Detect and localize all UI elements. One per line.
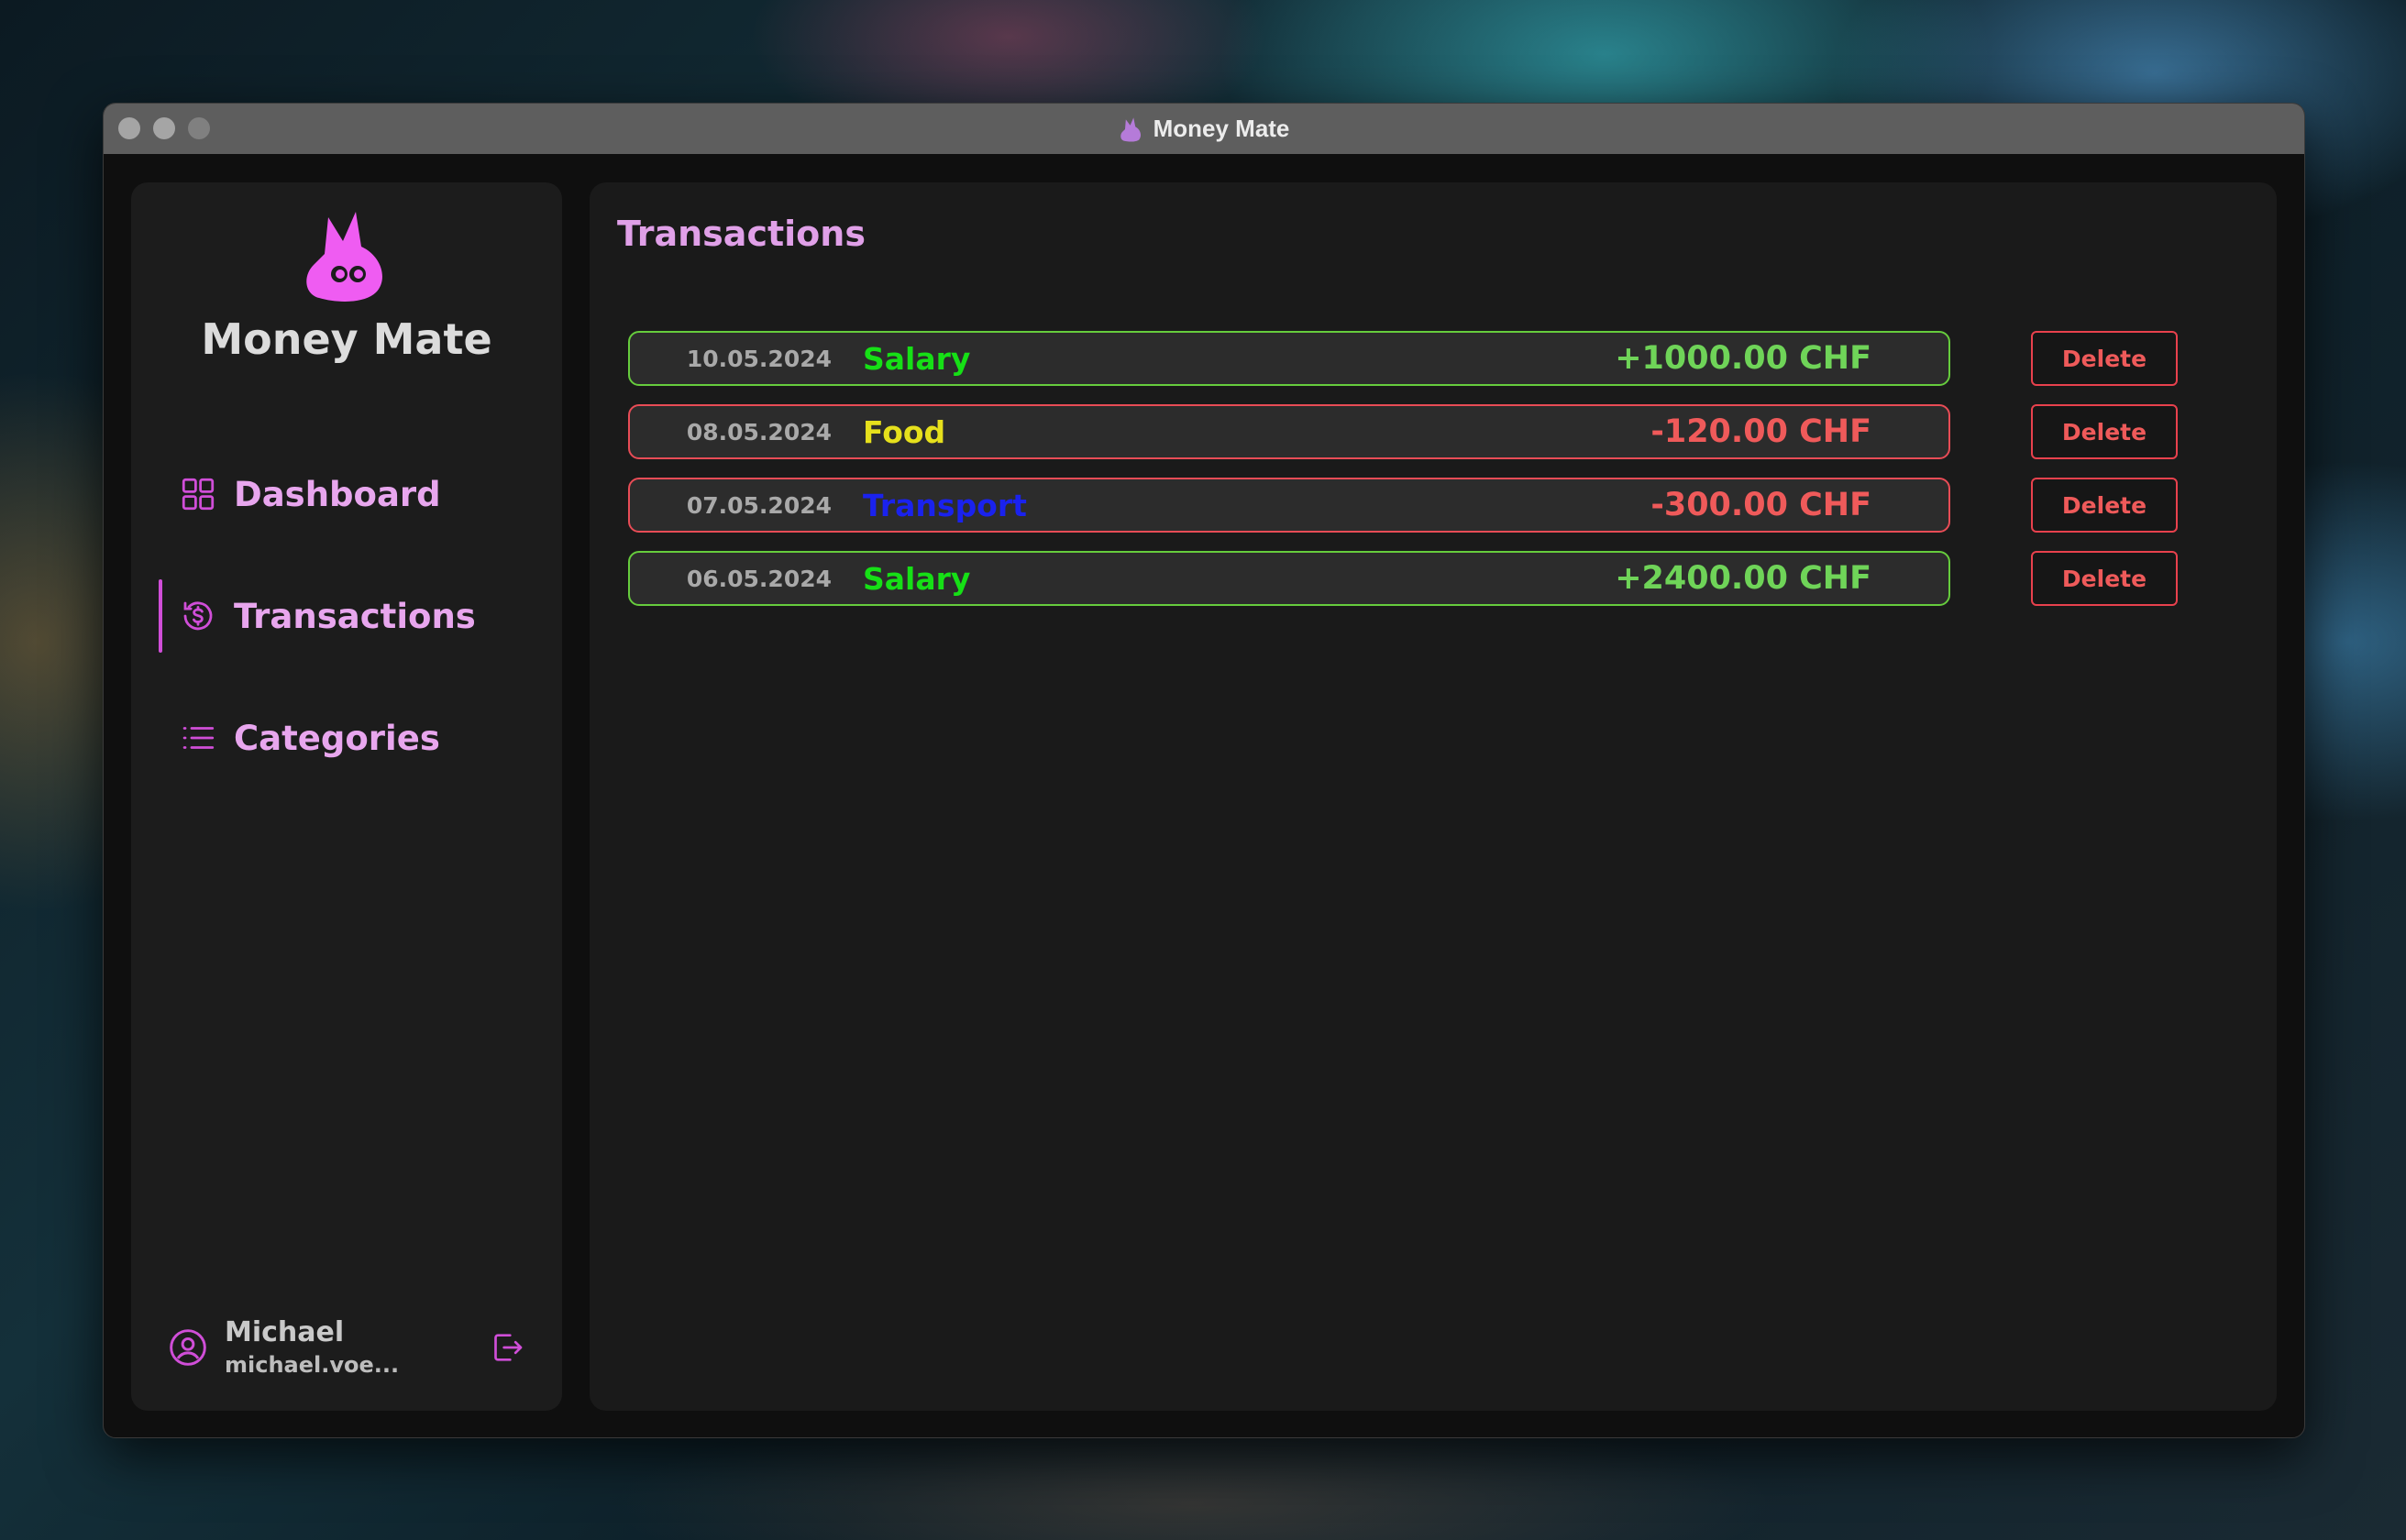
main-panel: Transactions 10.05.2024 Salary +1000.00 CH… bbox=[590, 182, 2277, 1411]
maximize-window-button[interactable] bbox=[188, 117, 210, 139]
user-circle-icon bbox=[170, 1329, 206, 1366]
app-window: Money Mate Money Mate Dashboard Transact… bbox=[103, 103, 2305, 1438]
app-name: Money Mate bbox=[201, 314, 492, 364]
transaction-card[interactable]: 06.05.2024 Salary +2400.00 CHF bbox=[628, 551, 1950, 606]
delete-button[interactable]: Delete bbox=[2031, 331, 2178, 386]
window-title-text: Money Mate bbox=[1153, 115, 1290, 142]
delete-button[interactable]: Delete bbox=[2031, 404, 2178, 459]
transaction-list: 10.05.2024 Salary +1000.00 CHF Delete 08.05.… bbox=[628, 331, 2304, 624]
transaction-date: 07.05.2024 bbox=[686, 491, 832, 519]
window-controls bbox=[118, 117, 210, 139]
delete-button[interactable]: Delete bbox=[2031, 551, 2178, 606]
logout-button[interactable] bbox=[489, 1329, 525, 1366]
transaction-amount: +1000.00 CHF bbox=[1615, 340, 1871, 377]
transaction-date: 06.05.2024 bbox=[686, 565, 832, 592]
title-bar: Money Mate bbox=[104, 104, 2304, 154]
grid-icon bbox=[182, 478, 215, 511]
sidebar-item-label: Dashboard bbox=[234, 474, 441, 514]
transaction-amount: -120.00 CHF bbox=[1650, 413, 1871, 450]
transaction-date: 10.05.2024 bbox=[686, 345, 832, 372]
close-window-button[interactable] bbox=[118, 117, 140, 139]
app-logo: Money Mate bbox=[131, 210, 562, 364]
app-logo-icon bbox=[1120, 116, 1141, 142]
transaction-amount: -300.00 CHF bbox=[1650, 487, 1871, 523]
list-icon bbox=[182, 727, 215, 749]
transaction-row: 08.05.2024 Food -120.00 CHF Delete bbox=[628, 404, 2304, 461]
logout-icon bbox=[494, 1334, 523, 1361]
transaction-category: Food bbox=[863, 413, 946, 450]
sidebar: Money Mate Dashboard Transactions Catego… bbox=[131, 182, 562, 1411]
transaction-date: 08.05.2024 bbox=[686, 418, 832, 446]
sidebar-item-categories[interactable]: Categories bbox=[131, 701, 562, 775]
transaction-category: Salary bbox=[863, 340, 971, 377]
transaction-row: 10.05.2024 Salary +1000.00 CHF Delete bbox=[628, 331, 2304, 388]
window-title: Money Mate bbox=[1119, 115, 1290, 143]
page-title: Transactions bbox=[617, 214, 866, 254]
transaction-card[interactable]: 08.05.2024 Food -120.00 CHF bbox=[628, 404, 1950, 459]
transaction-card[interactable]: 10.05.2024 Salary +1000.00 CHF bbox=[628, 331, 1950, 386]
sidebar-nav: Dashboard Transactions Categories bbox=[131, 457, 562, 823]
app-logo-icon bbox=[306, 212, 382, 302]
sidebar-item-dashboard[interactable]: Dashboard bbox=[131, 457, 562, 531]
transaction-row: 07.05.2024 Transport -300.00 CHF Delete bbox=[628, 478, 2304, 534]
transaction-card[interactable]: 07.05.2024 Transport -300.00 CHF bbox=[628, 478, 1950, 533]
avatar[interactable] bbox=[168, 1327, 208, 1368]
sidebar-item-label: Categories bbox=[234, 718, 440, 758]
user-info: Michael michael.voe... bbox=[225, 1315, 489, 1380]
transaction-category: Transport bbox=[863, 487, 1027, 523]
dollar-history-icon bbox=[183, 601, 213, 631]
minimize-window-button[interactable] bbox=[153, 117, 175, 139]
transaction-amount: +2400.00 CHF bbox=[1615, 560, 1871, 597]
sidebar-item-label: Transactions bbox=[234, 596, 476, 636]
transaction-category: Salary bbox=[863, 560, 971, 597]
delete-button[interactable]: Delete bbox=[2031, 478, 2178, 533]
user-email: michael.voe... bbox=[225, 1352, 400, 1378]
user-panel: Michael michael.voe... bbox=[168, 1315, 525, 1380]
transaction-row: 06.05.2024 Salary +2400.00 CHF Delete bbox=[628, 551, 2304, 608]
user-name: Michael bbox=[225, 1316, 345, 1348]
sidebar-item-transactions[interactable]: Transactions bbox=[131, 579, 562, 653]
